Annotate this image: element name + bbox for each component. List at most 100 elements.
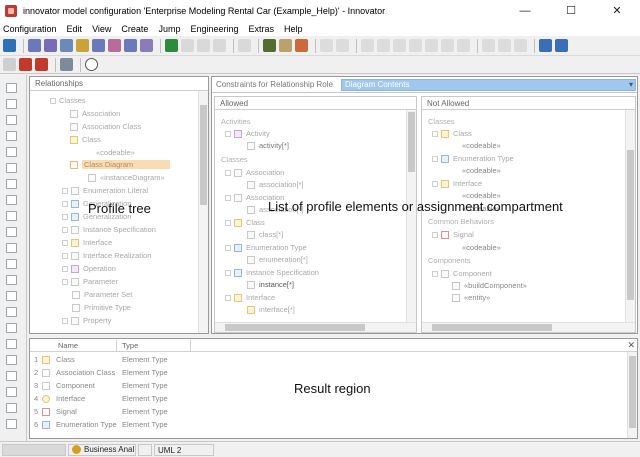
menu-engineering[interactable]: Engineering [190, 24, 238, 34]
tool-icon[interactable] [6, 147, 17, 157]
allowed-item[interactable]: Association [225, 167, 284, 178]
tool-icon[interactable] [6, 291, 17, 301]
allowed-item[interactable]: class[*] [247, 229, 283, 240]
tool-icon[interactable] [6, 403, 17, 413]
column-header-name[interactable]: Name [58, 341, 78, 350]
tree-item[interactable]: Primitive Type [72, 302, 131, 313]
tool-icon[interactable] [6, 227, 17, 237]
tree-item[interactable]: Parameter [62, 276, 118, 287]
not-allowed-item[interactable]: Interface [432, 178, 482, 189]
expander-icon[interactable] [432, 270, 438, 277]
tree-item[interactable]: Interface [62, 237, 112, 248]
not-allowed-item[interactable]: «codeable» [462, 242, 501, 253]
binoculars-icon[interactable] [263, 39, 276, 52]
tree-icon[interactable] [76, 39, 89, 52]
allowed-item[interactable]: Activity [225, 128, 270, 139]
tool-icon[interactable] [6, 83, 17, 93]
table-row[interactable]: 6 Enumeration Type Element Type [30, 419, 630, 431]
align-icon[interactable] [377, 39, 390, 52]
expander-icon[interactable] [225, 269, 231, 276]
allowed-item[interactable]: instance[*] [247, 279, 294, 290]
number-six-icon[interactable] [165, 39, 178, 52]
menu-view[interactable]: View [92, 24, 111, 34]
not-allowed-item[interactable]: Class [432, 128, 472, 139]
tree-icon[interactable] [124, 39, 137, 52]
tool-icon[interactable] [6, 179, 17, 189]
tree-item[interactable]: Enumeration Literal [62, 185, 148, 196]
spell-check-icon[interactable] [295, 39, 308, 52]
not-allowed-item[interactable]: «buildComponent» [452, 280, 527, 291]
back-icon[interactable] [3, 58, 16, 71]
align-icon[interactable] [457, 39, 470, 52]
tree-item[interactable]: Association Class [70, 121, 141, 132]
column-header-type[interactable]: Type [122, 341, 138, 350]
expander-icon[interactable] [62, 187, 68, 194]
menu-create[interactable]: Create [121, 24, 148, 34]
tool-icon[interactable] [6, 211, 17, 221]
vertical-scrollbar[interactable] [406, 110, 416, 322]
align-icon[interactable] [409, 39, 422, 52]
allowed-item[interactable]: association[*] [247, 179, 304, 190]
allowed-item[interactable]: Class [225, 217, 265, 228]
menu-configuration[interactable]: Configuration [3, 24, 57, 34]
expander-icon[interactable] [225, 244, 231, 251]
tree-icon[interactable] [92, 39, 105, 52]
vertical-scrollbar[interactable] [625, 110, 635, 322]
tree-item[interactable]: «instanceDiagram» [88, 172, 165, 183]
tool-icon[interactable] [6, 163, 17, 173]
scroll-thumb[interactable] [627, 150, 634, 300]
expander-icon[interactable] [225, 294, 231, 301]
tree-icon[interactable] [28, 39, 41, 52]
tree-icon[interactable] [140, 39, 153, 52]
expander-icon[interactable] [432, 130, 438, 137]
copy-icon[interactable] [197, 39, 210, 52]
align-icon[interactable] [441, 39, 454, 52]
window-icon[interactable] [539, 39, 552, 52]
tool-icon[interactable] [6, 99, 17, 109]
allowed-item[interactable]: Interface [225, 292, 275, 303]
tool-icon[interactable] [6, 115, 17, 125]
menu-edit[interactable]: Edit [67, 24, 83, 34]
align-icon[interactable] [361, 39, 374, 52]
not-allowed-item[interactable]: «codeable» [462, 165, 501, 176]
tree-item[interactable]: Property [62, 315, 111, 326]
tree-root-classes[interactable]: Classes [50, 95, 86, 106]
tree-item[interactable]: Operation [62, 263, 116, 274]
allowed-item[interactable]: enumeration[*] [247, 254, 308, 265]
expander-icon[interactable] [62, 317, 68, 324]
expander-icon[interactable] [432, 155, 438, 162]
refresh-icon[interactable] [3, 39, 16, 52]
close-button[interactable]: ✕ [594, 0, 640, 21]
expander-icon[interactable] [62, 265, 68, 272]
layout-icon[interactable] [336, 39, 349, 52]
tree-item[interactable]: Parameter Set [72, 289, 132, 300]
menu-jump[interactable]: Jump [158, 24, 180, 34]
info-icon[interactable] [85, 58, 98, 71]
paste-icon[interactable] [213, 39, 226, 52]
expander-icon[interactable] [432, 180, 438, 187]
scroll-thumb[interactable] [408, 112, 415, 172]
vertical-scrollbar[interactable] [627, 352, 637, 438]
table-row[interactable]: 1 Class Element Type [30, 354, 630, 366]
scroll-thumb[interactable] [225, 324, 365, 331]
expander-icon[interactable] [62, 200, 68, 207]
expander-icon[interactable] [50, 97, 56, 104]
page-icon[interactable] [181, 39, 194, 52]
tree-item[interactable]: Interface Realization [62, 250, 151, 261]
tree-item[interactable]: «codeable» [96, 147, 135, 158]
arrange-icon[interactable] [482, 39, 495, 52]
minimize-button[interactable]: — [502, 0, 548, 21]
close-icon[interactable]: ✕ [627, 340, 635, 351]
tree-item[interactable]: Instance Specification [62, 224, 156, 235]
tool-icon[interactable] [6, 419, 17, 429]
horizontal-scrollbar[interactable] [215, 322, 416, 332]
tool-icon[interactable] [6, 387, 17, 397]
tools-icon[interactable] [60, 58, 73, 71]
expander-icon[interactable] [225, 194, 231, 201]
scroll-thumb[interactable] [432, 324, 552, 331]
scroll-thumb[interactable] [629, 356, 636, 428]
scroll-thumb[interactable] [200, 105, 207, 205]
tool-icon[interactable] [6, 323, 17, 333]
vertical-scrollbar[interactable] [198, 91, 208, 333]
align-icon[interactable] [393, 39, 406, 52]
